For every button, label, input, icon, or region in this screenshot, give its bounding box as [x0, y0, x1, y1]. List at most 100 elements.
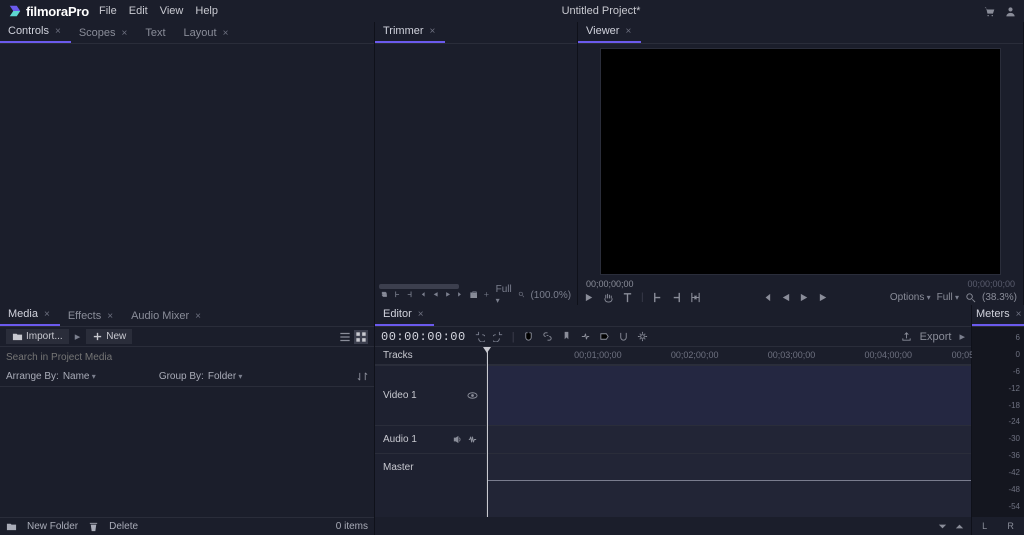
- sort-icon[interactable]: [357, 371, 368, 382]
- menu-view[interactable]: View: [160, 5, 184, 17]
- step-back-icon[interactable]: [780, 292, 791, 303]
- zoom-icon[interactable]: [518, 290, 525, 301]
- cart-icon[interactable]: [984, 6, 995, 17]
- overlay-icon[interactable]: [470, 290, 477, 301]
- zoom-out-icon[interactable]: [937, 521, 948, 532]
- insert-icon[interactable]: [483, 290, 490, 301]
- close-icon[interactable]: ×: [625, 26, 631, 37]
- snap-icon[interactable]: [523, 331, 534, 342]
- tracks-header: Tracks: [375, 347, 486, 365]
- tab-effects[interactable]: Effects×: [60, 306, 123, 326]
- viewer-options-dropdown[interactable]: Options: [890, 292, 931, 303]
- close-icon[interactable]: ×: [1016, 309, 1022, 320]
- link-icon[interactable]: [542, 331, 553, 342]
- track-video-1[interactable]: Video 1: [375, 365, 486, 425]
- viewer-res-dropdown[interactable]: Full: [937, 292, 959, 303]
- search-input[interactable]: [6, 352, 368, 363]
- marker-icon[interactable]: [561, 331, 572, 342]
- import-button[interactable]: Import...: [6, 329, 69, 344]
- text-tool-icon[interactable]: [622, 292, 633, 303]
- timeline-area[interactable]: 00;01;00;00 00;02;00;00 00;03;00;00 00;0…: [487, 347, 971, 517]
- loop-icon[interactable]: [381, 290, 388, 301]
- controls-panel: Controls× Scopes× Text Layout×: [0, 22, 375, 305]
- mark-out-icon[interactable]: [671, 292, 682, 303]
- viewer-timecode-left[interactable]: 00;00;00;00: [586, 279, 634, 289]
- ripple-icon[interactable]: [580, 331, 591, 342]
- play-icon[interactable]: [799, 292, 810, 303]
- zoom-in-icon[interactable]: [954, 521, 965, 532]
- speaker-icon[interactable]: [452, 434, 463, 445]
- waveform-icon[interactable]: [467, 434, 478, 445]
- prev-frame-icon[interactable]: [419, 290, 426, 301]
- user-icon[interactable]: [1005, 6, 1016, 17]
- trimmer-res-dropdown[interactable]: Full: [496, 284, 512, 306]
- mark-in-icon[interactable]: [652, 292, 663, 303]
- close-icon[interactable]: ×: [223, 28, 229, 39]
- play-icon[interactable]: [584, 292, 595, 303]
- export-icon: [901, 331, 912, 342]
- tab-scopes[interactable]: Scopes×: [71, 23, 138, 43]
- track-audio-1[interactable]: Audio 1: [375, 425, 486, 453]
- mark-out-icon[interactable]: [406, 290, 413, 301]
- tab-media[interactable]: Media×: [0, 304, 60, 326]
- clear-inout-icon[interactable]: [690, 292, 701, 303]
- import-menu-chevron[interactable]: ▸: [75, 330, 81, 343]
- viewer-canvas[interactable]: [600, 48, 1001, 275]
- audio-meter: 60 -6-12 -18-24 -30-36 -42-48 -54: [972, 327, 1024, 517]
- mark-in-icon[interactable]: [394, 290, 401, 301]
- editor-timecode[interactable]: 00:00:00:00: [381, 330, 466, 344]
- delete-button[interactable]: Delete: [109, 521, 138, 532]
- close-icon[interactable]: ×: [107, 311, 113, 322]
- close-icon[interactable]: ×: [418, 309, 424, 320]
- tab-text[interactable]: Text: [137, 23, 175, 43]
- tab-audio-mixer[interactable]: Audio Mixer×: [123, 306, 211, 326]
- new-button[interactable]: New: [86, 329, 132, 344]
- editor-panel: Editor× 00:00:00:00 | Export ▸ Tracks Vi…: [375, 305, 972, 535]
- viewer-panel: Viewer× 00;00;00;00 00;00;00;00 | Op: [578, 22, 1024, 305]
- time-ruler[interactable]: 00;01;00;00 00;02;00;00 00;03;00;00 00;0…: [487, 347, 971, 365]
- close-icon[interactable]: ×: [195, 311, 201, 322]
- tab-controls[interactable]: Controls×: [0, 21, 71, 43]
- tab-viewer[interactable]: Viewer×: [578, 21, 641, 43]
- magnet-icon[interactable]: [618, 331, 629, 342]
- close-icon[interactable]: ×: [55, 26, 61, 37]
- step-forward-icon[interactable]: [818, 292, 829, 303]
- export-menu-chevron[interactable]: ▸: [959, 330, 965, 343]
- play-icon[interactable]: [445, 290, 452, 301]
- export-button[interactable]: Export: [920, 331, 952, 343]
- eye-icon[interactable]: [467, 390, 478, 401]
- close-icon[interactable]: ×: [122, 28, 128, 39]
- meter-channel-r: R: [1007, 521, 1014, 531]
- close-icon[interactable]: ×: [44, 309, 50, 320]
- meter-channel-l: L: [982, 521, 987, 531]
- undo-icon[interactable]: [474, 331, 485, 342]
- trimmer-toolbar: Full (100.0%): [375, 285, 577, 305]
- logo-text: filmoraPro: [26, 4, 89, 19]
- playhead[interactable]: [487, 347, 488, 517]
- grid-view-icon[interactable]: [354, 330, 368, 344]
- menu-file[interactable]: File: [99, 5, 117, 17]
- arrange-label: Arrange By:: [6, 371, 59, 382]
- redo-icon[interactable]: [493, 331, 504, 342]
- reverse-icon[interactable]: [432, 290, 439, 301]
- settings-icon[interactable]: [637, 331, 648, 342]
- go-start-icon[interactable]: [761, 292, 772, 303]
- tab-editor[interactable]: Editor×: [375, 304, 434, 326]
- group-dropdown[interactable]: Folder: [208, 371, 328, 382]
- zoom-icon[interactable]: [965, 292, 976, 303]
- menu-help[interactable]: Help: [195, 5, 218, 17]
- menu-edit[interactable]: Edit: [129, 5, 148, 17]
- close-icon[interactable]: ×: [430, 26, 436, 37]
- hand-icon[interactable]: [603, 292, 614, 303]
- viewer-zoom: (38.3%): [982, 292, 1017, 303]
- next-frame-icon[interactable]: [457, 290, 464, 301]
- viewer-toolbar: | Options Full (38.3%): [578, 289, 1023, 305]
- arrange-dropdown[interactable]: Name: [63, 371, 153, 382]
- list-view-icon[interactable]: [338, 330, 352, 344]
- tab-meters[interactable]: Meters×: [972, 304, 1024, 326]
- tab-layout[interactable]: Layout×: [176, 23, 239, 43]
- tab-trimmer[interactable]: Trimmer×: [375, 21, 445, 43]
- track-master[interactable]: Master: [375, 453, 486, 481]
- new-folder-button[interactable]: New Folder: [27, 521, 78, 532]
- track-select-icon[interactable]: [599, 331, 610, 342]
